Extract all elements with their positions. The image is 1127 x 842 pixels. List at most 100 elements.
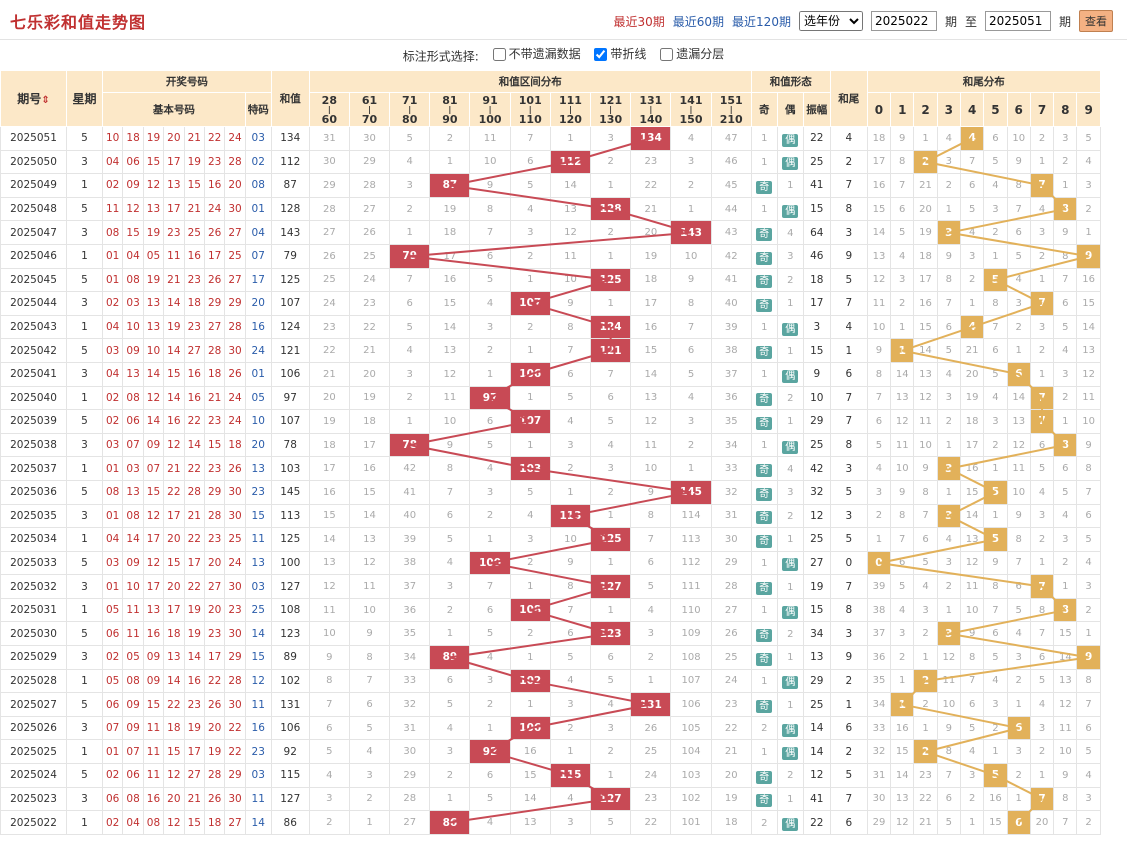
range-miss: 14 <box>630 361 672 387</box>
range-high: 150 <box>679 112 703 126</box>
basic-number: 17 <box>163 503 185 529</box>
tail-col-0: 0 <box>866 92 892 127</box>
sum-cell: 78 <box>270 432 310 458</box>
basic-number: 18 <box>203 361 226 387</box>
tail-miss: 8 <box>890 149 915 175</box>
tail-miss: 7 <box>1053 267 1078 293</box>
period-cell: 2025023 <box>0 786 67 812</box>
basic-number: 16 <box>183 361 205 387</box>
tail-col-7: 7 <box>1029 92 1055 127</box>
range-miss: 28 <box>308 196 350 222</box>
year-select[interactable]: 选年份 <box>798 11 863 31</box>
tail-miss: 7 <box>936 291 961 316</box>
tail-cell: 7 <box>829 786 868 812</box>
tail-miss: 12 <box>866 267 892 293</box>
even-cell: 偶 <box>776 715 804 741</box>
tail-miss: 34 <box>866 692 892 717</box>
tail-miss: 6 <box>1029 432 1055 458</box>
special-number: 10 <box>244 409 272 434</box>
amp-cell: 25 <box>802 527 831 552</box>
tail-miss: 4 <box>866 456 892 481</box>
range-hit: 87 <box>429 173 471 198</box>
tail-col-8: 8 <box>1053 92 1078 127</box>
period-header[interactable]: 期号⇕ <box>0 70 67 127</box>
range-miss: 27 <box>710 597 752 623</box>
range-miss: 27 <box>389 810 431 835</box>
even-header: 偶 <box>776 92 804 127</box>
amp-cell: 14 <box>802 739 831 765</box>
recent-30-link[interactable]: 最近30期 <box>613 13 664 30</box>
tail-miss: 6 <box>959 173 985 198</box>
range-miss: 106 <box>670 692 712 717</box>
period-cell: 2025022 <box>0 810 67 835</box>
basic-number: 07 <box>122 432 144 458</box>
table-row: 2025022 1 02 04 08 12 15 18 27 14 86 2 1 27 86 4 13 3 5 22 1… <box>0 810 1101 835</box>
basic-number: 23 <box>224 597 246 623</box>
range-miss: 1 <box>429 149 471 175</box>
query-button[interactable]: 查看 <box>1079 10 1113 32</box>
range-miss: 4 <box>469 456 511 481</box>
sum-cell: 124 <box>270 314 310 340</box>
range-miss: 38 <box>389 550 431 576</box>
odd-cell: 1 <box>750 361 778 387</box>
range-miss: 14 <box>509 786 551 812</box>
no-miss-checkbox[interactable] <box>492 47 506 61</box>
basic-number: 12 <box>142 385 165 411</box>
amp-cell: 25 <box>802 149 831 175</box>
option-no-miss[interactable]: 不带遗漏数据 <box>492 44 581 64</box>
range-miss: 6 <box>549 361 592 387</box>
tail-hit: 5 <box>983 527 1008 552</box>
tail-miss: 11 <box>1006 456 1031 481</box>
period-cell: 2025041 <box>0 361 67 387</box>
tail-miss: 4 <box>936 527 961 552</box>
range-hit: 127 <box>590 786 632 812</box>
option-layered[interactable]: 遗漏分层 <box>660 44 724 64</box>
range-miss: 19 <box>710 786 752 812</box>
range-miss: 2 <box>348 786 391 812</box>
tail-miss: 1 <box>1029 550 1055 576</box>
option-with-line[interactable]: 带折线 <box>594 44 646 64</box>
tail-miss: 13 <box>1053 668 1078 694</box>
basic-number: 04 <box>101 527 124 552</box>
recent-60-link[interactable]: 最近60期 <box>673 13 724 30</box>
recent-120-link[interactable]: 最近120期 <box>732 13 791 30</box>
special-number: 23 <box>244 739 272 765</box>
range-high: 100 <box>478 112 502 126</box>
from-period-input[interactable] <box>870 11 937 31</box>
tail-miss: 2 <box>913 621 938 647</box>
range-miss: 11 <box>549 243 592 269</box>
tail-miss: 10 <box>866 314 892 340</box>
to-period-input[interactable] <box>984 11 1051 31</box>
tail-miss: 16 <box>913 291 938 316</box>
basic-number: 28 <box>224 149 246 175</box>
range-miss: 23 <box>630 786 672 812</box>
even-cell: 3 <box>776 479 804 505</box>
even-cell: 偶 <box>776 550 804 576</box>
basic-number: 18 <box>224 432 246 458</box>
tail-miss: 4 <box>1076 550 1101 576</box>
basic-number: 17 <box>183 550 205 576</box>
range-miss: 30 <box>348 126 391 151</box>
range-miss: 30 <box>710 527 752 552</box>
range-miss: 29 <box>710 550 752 576</box>
table-row: 2025027 5 06 09 15 22 23 26 30 11 131 7 6 32 5 2 1 3 4 131 1… <box>0 692 1101 717</box>
layered-checkbox[interactable] <box>660 47 674 61</box>
range-miss: 2 <box>590 479 632 505</box>
range-miss: 2 <box>469 503 511 529</box>
basic-number: 09 <box>142 432 165 458</box>
tail-hit: 9 <box>1076 243 1101 269</box>
tail-miss: 16 <box>890 715 915 741</box>
range-miss: 14 <box>348 503 391 529</box>
with-line-checkbox[interactable] <box>594 47 608 61</box>
table-row: 2025048 5 11 12 13 17 21 24 30 01 128 28 27 2 19 8 4 13 12… <box>0 196 1101 222</box>
tail-miss: 21 <box>913 173 938 198</box>
range-miss: 3 <box>670 409 712 434</box>
table-row: 2025040 1 02 08 12 14 16 21 24 05 97 20 19 2 11 97 1 5 6 13… <box>0 385 1101 411</box>
tail-miss: 19 <box>959 385 985 411</box>
sort-icon[interactable]: ⇕ <box>41 95 49 106</box>
even-cell: 偶 <box>776 810 804 835</box>
tail-miss: 7 <box>1006 196 1031 222</box>
tail-miss: 37 <box>866 621 892 647</box>
table-row: 2025050 3 04 06 15 17 19 23 28 02 112 30 29 4 1 10 6 112 2… <box>0 149 1101 175</box>
range-miss: 36 <box>389 597 431 623</box>
